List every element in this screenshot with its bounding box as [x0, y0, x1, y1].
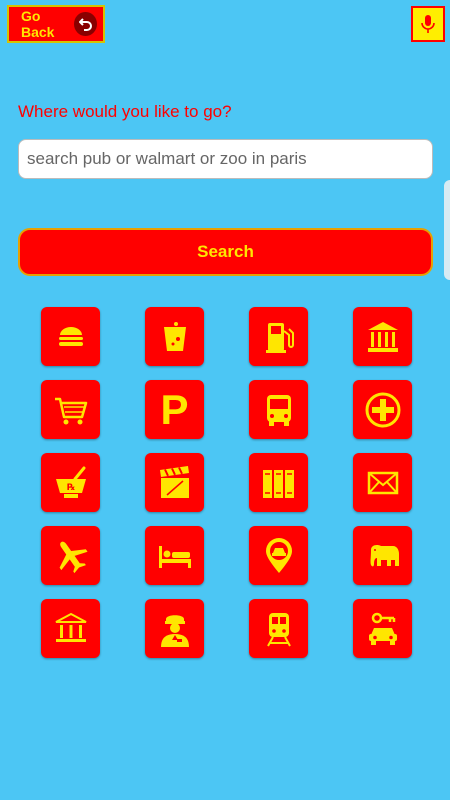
pharmacy-icon: ℞ — [55, 466, 86, 498]
burger-icon — [58, 326, 83, 346]
library-icon — [262, 469, 294, 498]
category-gas-station-button[interactable] — [249, 307, 308, 366]
category-cinema-button[interactable] — [145, 453, 204, 512]
category-shopping-button[interactable] — [41, 380, 100, 439]
taxi-pin-icon — [265, 537, 292, 573]
search-prompt: Where would you like to go? — [18, 102, 232, 121]
car-rental-icon — [368, 612, 397, 645]
category-pharmacy-button[interactable]: ℞ — [41, 453, 100, 512]
elephant-icon — [370, 544, 399, 566]
category-restaurant-button[interactable] — [41, 307, 100, 366]
category-hospital-button[interactable] — [353, 380, 412, 439]
search-input[interactable] — [18, 139, 433, 179]
undo-arrow-icon — [74, 12, 97, 36]
police-icon — [160, 614, 189, 647]
airplane-icon — [59, 541, 88, 573]
museum-icon — [55, 612, 86, 642]
hospital-icon — [365, 392, 400, 427]
category-airport-button[interactable] — [41, 526, 100, 585]
hotel-bed-icon — [158, 545, 191, 568]
scroll-indicator — [444, 180, 450, 280]
category-bus-button[interactable] — [249, 380, 308, 439]
svg-text:℞: ℞ — [67, 483, 75, 493]
category-zoo-button[interactable] — [353, 526, 412, 585]
search-button[interactable]: Search — [18, 228, 433, 276]
category-bank-button[interactable] — [353, 307, 412, 366]
category-bar-button[interactable] — [145, 307, 204, 366]
category-museum-button[interactable] — [41, 599, 100, 658]
drink-icon — [163, 321, 186, 351]
go-back-label: Go Back — [21, 8, 55, 40]
category-taxi-button[interactable] — [249, 526, 308, 585]
category-police-button[interactable] — [145, 599, 204, 658]
category-car-rental-button[interactable] — [353, 599, 412, 658]
bus-icon — [266, 394, 291, 426]
category-parking-button[interactable]: P — [145, 380, 204, 439]
voice-search-button[interactable] — [411, 6, 445, 42]
clapperboard-icon — [159, 465, 189, 498]
bank-icon — [367, 321, 398, 352]
category-post-office-button[interactable] — [353, 453, 412, 512]
go-back-button[interactable]: Go Back — [7, 5, 105, 43]
parking-icon: P — [160, 385, 189, 433]
fuel-pump-icon — [265, 322, 294, 353]
category-library-button[interactable] — [249, 453, 308, 512]
category-hotel-button[interactable] — [145, 526, 204, 585]
mail-icon — [367, 471, 398, 494]
microphone-icon — [421, 15, 435, 33]
train-icon — [266, 612, 291, 646]
category-train-station-button[interactable] — [249, 599, 308, 658]
shopping-cart-icon — [54, 397, 87, 424]
